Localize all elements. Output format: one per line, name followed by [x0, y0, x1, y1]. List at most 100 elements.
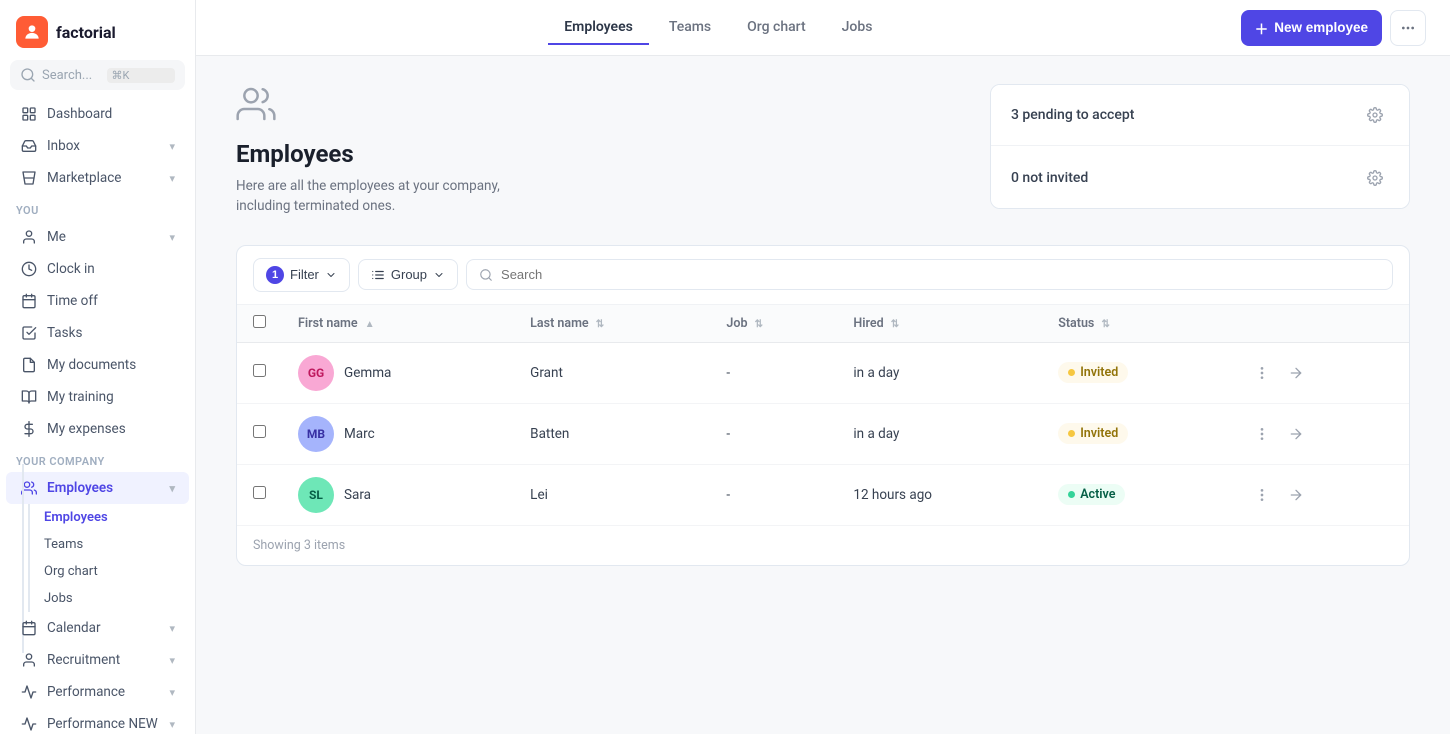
row-navigate-button[interactable]: [1281, 480, 1311, 510]
table-header-job[interactable]: Job ⇅: [710, 305, 837, 343]
table-header-status[interactable]: Status ⇅: [1042, 305, 1231, 343]
sidebar-item-my-training[interactable]: My training: [6, 381, 189, 413]
gear-icon-2: [1367, 170, 1383, 186]
arrow-right-icon: [1288, 487, 1304, 503]
row-first-name: Marc: [344, 426, 375, 442]
logo-text: factorial: [56, 23, 116, 42]
chevron-down-icon-filter: [325, 269, 337, 281]
sidebar-item-my-training-label: My training: [47, 389, 114, 405]
table-row: GG Gemma Grant - in a day Invited: [237, 342, 1409, 403]
sidebar-item-me[interactable]: Me ▾: [6, 221, 189, 253]
chevron-down-icon: ▾: [169, 172, 175, 185]
table-header-hired[interactable]: Hired ⇅: [837, 305, 1042, 343]
recruitment-icon: [20, 651, 38, 669]
sidebar-item-dashboard[interactable]: Dashboard: [6, 98, 189, 130]
ellipsis-icon: [1400, 20, 1416, 36]
employees-table: First name ▲ Last name ⇅ Job ⇅ Hired: [237, 305, 1409, 525]
row-actions-cell: [1231, 403, 1409, 464]
sidebar-sub-employees-label: Employees: [44, 510, 108, 525]
chevron-down-icon: ▾: [169, 482, 175, 495]
arrow-right-icon: [1288, 365, 1304, 381]
inbox-icon: [20, 137, 38, 155]
more-options-button[interactable]: [1390, 10, 1426, 46]
filter-button[interactable]: 1 Filter: [253, 258, 350, 292]
row-status: Active: [1042, 464, 1231, 525]
filter-label: Filter: [290, 267, 319, 282]
sidebar-item-calendar[interactable]: Calendar ▾: [6, 612, 189, 644]
row-navigate-button[interactable]: [1281, 419, 1311, 449]
chevron-down-icon: ▾: [169, 718, 175, 731]
sidebar-item-employees[interactable]: Employees ▾: [6, 472, 189, 504]
row-more-button[interactable]: [1247, 480, 1277, 510]
table-header-first-name[interactable]: First name ▲: [282, 305, 514, 343]
sidebar-sub-org-chart[interactable]: Org chart: [6, 558, 189, 585]
tab-org-chart[interactable]: Org chart: [731, 11, 821, 45]
row-job: -: [710, 403, 837, 464]
table-header-last-name[interactable]: Last name ⇅: [514, 305, 710, 343]
new-employee-button[interactable]: ＋ New employee: [1241, 10, 1382, 46]
row-more-button[interactable]: [1247, 358, 1277, 388]
table-row: SL Sara Lei - 12 hours ago Active: [237, 464, 1409, 525]
employees-page-icon: [236, 84, 966, 132]
sidebar-item-my-expenses[interactable]: My expenses: [6, 413, 189, 445]
row-navigate-button[interactable]: [1281, 358, 1311, 388]
sidebar-sub-teams-label: Teams: [44, 537, 83, 552]
sort-icon-status: ⇅: [1101, 319, 1109, 330]
chevron-down-icon: ▾: [169, 686, 175, 699]
gear-icon: [1367, 107, 1383, 123]
table-search-wrap[interactable]: [466, 259, 1393, 290]
more-vertical-icon: [1254, 365, 1270, 381]
table-search-input[interactable]: [501, 267, 1380, 282]
documents-icon: [20, 356, 38, 374]
sidebar-item-tasks[interactable]: Tasks: [6, 317, 189, 349]
logo[interactable]: factorial: [0, 0, 195, 60]
marketplace-icon: [20, 169, 38, 187]
sidebar-item-marketplace[interactable]: Marketplace ▾: [6, 162, 189, 194]
calendar-icon: [20, 619, 38, 637]
sidebar-sub-employees[interactable]: Employees: [6, 504, 189, 531]
status-badge: Active: [1058, 484, 1125, 505]
tab-employees[interactable]: Employees: [548, 11, 649, 45]
sidebar-item-time-off-label: Time off: [47, 293, 98, 309]
status-badge: Invited: [1058, 362, 1128, 383]
row-hired: 12 hours ago: [837, 464, 1042, 525]
group-icon: [371, 268, 385, 282]
row-checkbox[interactable]: [253, 486, 266, 499]
search-bar[interactable]: Search... ⌘K: [10, 60, 185, 90]
tab-jobs[interactable]: Jobs: [826, 11, 889, 45]
tab-teams[interactable]: Teams: [653, 11, 727, 45]
sidebar-item-performance-new[interactable]: Performance NEW ▾: [6, 708, 189, 734]
chevron-down-icon: ▾: [169, 140, 175, 153]
sidebar-item-performance[interactable]: Performance ▾: [6, 676, 189, 708]
sidebar-sub-teams[interactable]: Teams: [6, 531, 189, 558]
sidebar-item-my-documents[interactable]: My documents: [6, 349, 189, 381]
page-title: Employees: [236, 140, 966, 168]
you-label: YOU: [0, 194, 195, 221]
row-hired: in a day: [837, 403, 1042, 464]
sort-icon-job: ⇅: [755, 319, 763, 330]
clock-icon: [20, 260, 38, 278]
sidebar-item-recruitment[interactable]: Recruitment ▾: [6, 644, 189, 676]
sidebar-item-inbox[interactable]: Inbox ▾: [6, 130, 189, 162]
row-checkbox[interactable]: [253, 425, 266, 438]
stat-not-invited: 0 not invited: [991, 148, 1409, 208]
filter-count: 1: [266, 266, 284, 284]
sidebar-item-employees-label: Employees: [47, 480, 113, 496]
select-all-checkbox[interactable]: [253, 315, 266, 328]
stat-not-invited-gear[interactable]: [1361, 164, 1389, 192]
stat-pending-gear[interactable]: [1361, 101, 1389, 129]
row-more-button[interactable]: [1247, 419, 1277, 449]
group-button[interactable]: Group: [358, 259, 458, 290]
row-checkbox[interactable]: [253, 364, 266, 377]
row-first-name-cell: SL Sara: [282, 464, 514, 525]
sidebar-item-clock-in[interactable]: Clock in: [6, 253, 189, 285]
logo-icon: [16, 16, 48, 48]
table-search-icon: [479, 268, 493, 282]
sidebar-item-time-off[interactable]: Time off: [6, 285, 189, 317]
your-company-label: YOUR COMPANY: [0, 445, 195, 472]
table-header-actions: [1231, 305, 1409, 343]
sidebar-item-tasks-label: Tasks: [47, 325, 82, 341]
sidebar-sub-jobs[interactable]: Jobs: [6, 585, 189, 612]
stat-pending: 3 pending to accept: [991, 85, 1409, 146]
row-last-name: Lei: [514, 464, 710, 525]
